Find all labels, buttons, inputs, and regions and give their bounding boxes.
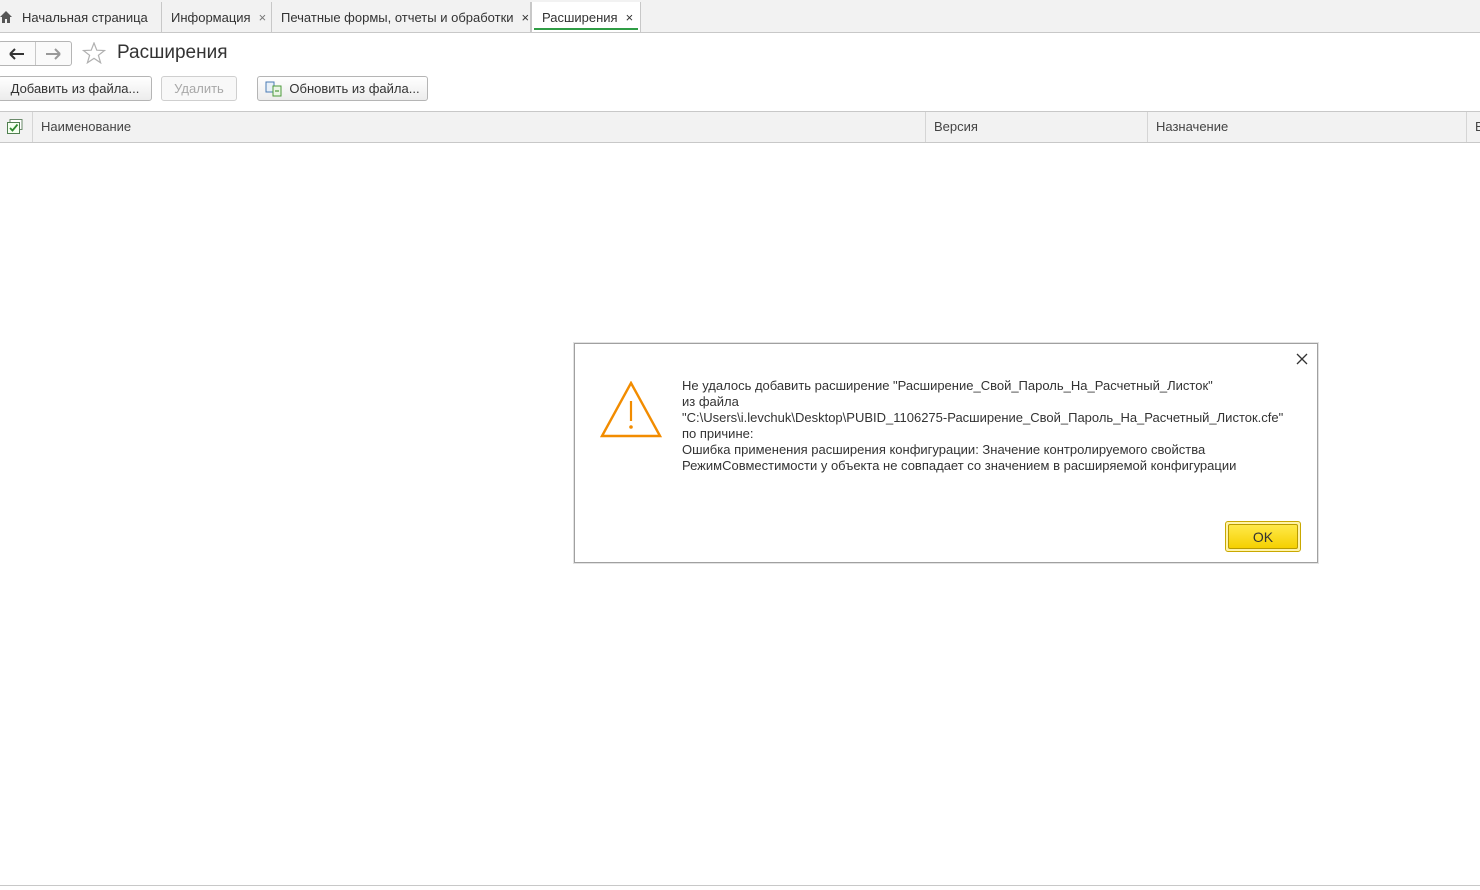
checkbox-group-icon	[7, 119, 23, 134]
error-dialog: Не удалось добавить расширение "Расширен…	[574, 343, 1318, 563]
home-icon	[0, 11, 12, 23]
message-line: "C:\Users\i.levchuk\Desktop\PUBID_110627…	[682, 410, 1284, 425]
message-line: Ошибка применения расширения конфигураци…	[682, 442, 1206, 457]
close-icon[interactable]	[1295, 352, 1309, 366]
tab-label: Начальная страница	[22, 9, 148, 25]
column-purpose[interactable]: Назначение	[1148, 112, 1467, 142]
arrow-left-icon	[9, 47, 24, 60]
tab-information[interactable]: Информация ×	[162, 2, 272, 32]
column-check[interactable]	[0, 112, 33, 142]
delete-button[interactable]: Удалить	[161, 76, 237, 101]
status-divider	[0, 885, 1480, 886]
update-file-icon	[265, 81, 282, 96]
arrow-right-icon	[46, 47, 61, 60]
tab-home[interactable]: Начальная страница	[0, 2, 162, 32]
back-button[interactable]	[0, 42, 35, 65]
table-header: Наименование Версия Назначение В	[0, 111, 1480, 143]
update-from-file-label: Обновить из файла...	[289, 81, 420, 96]
tab-label: Расширения	[542, 9, 618, 25]
tab-bar: Начальная страница Информация × Печатные…	[0, 0, 1480, 33]
page-title: Расширения	[117, 42, 228, 63]
tab-label: Печатные формы, отчеты и обработки	[281, 9, 514, 25]
tab-extensions[interactable]: Расширения ×	[531, 2, 641, 32]
column-extra[interactable]: В	[1467, 112, 1480, 142]
close-icon[interactable]: ×	[522, 10, 530, 25]
tab-print-forms[interactable]: Печатные формы, отчеты и обработки ×	[272, 2, 531, 32]
add-from-file-button[interactable]: Добавить из файла...	[0, 76, 152, 101]
ok-button[interactable]: OK	[1225, 521, 1301, 552]
warning-icon	[600, 381, 662, 438]
message-line: Не удалось добавить расширение "Расширен…	[682, 378, 1213, 393]
close-icon[interactable]: ×	[626, 10, 634, 25]
history-nav	[0, 41, 72, 66]
close-icon[interactable]: ×	[259, 10, 267, 25]
message-line: из файла	[682, 394, 739, 409]
star-icon[interactable]	[82, 42, 106, 64]
error-message: Не удалось добавить расширение "Расширен…	[682, 378, 1302, 474]
column-version[interactable]: Версия	[926, 112, 1148, 142]
tab-label: Информация	[171, 9, 251, 25]
message-line: РежимСовместимости у объекта не совпадае…	[682, 458, 1237, 473]
update-from-file-button[interactable]: Обновить из файла...	[257, 76, 428, 101]
message-line: по причине:	[682, 426, 754, 441]
ok-button-label: OK	[1228, 524, 1298, 549]
column-name[interactable]: Наименование	[33, 112, 926, 142]
forward-button[interactable]	[34, 42, 72, 65]
